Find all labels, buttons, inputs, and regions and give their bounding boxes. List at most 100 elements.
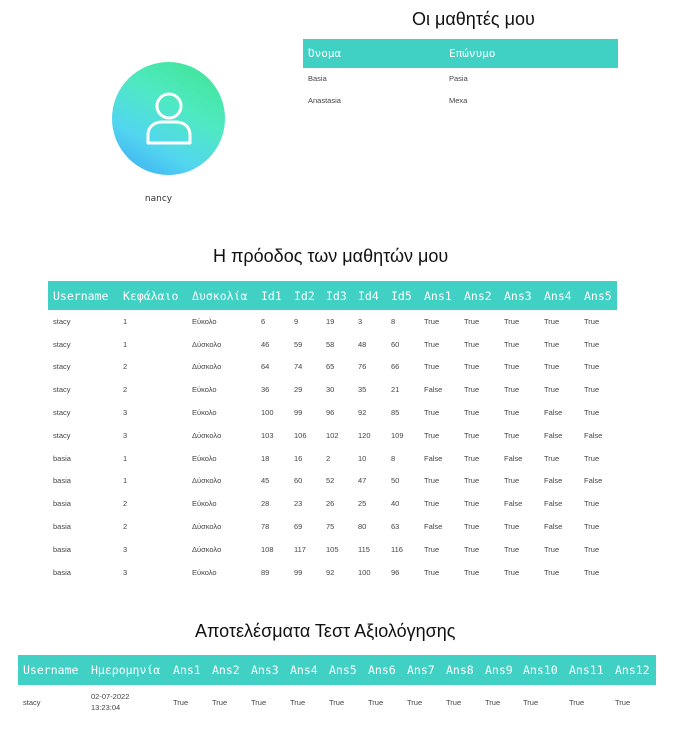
column-header-ans5: Ans5 [579, 281, 617, 310]
test-datetime-cell: 02-07-2022 13:23:04 [86, 685, 168, 719]
column-header-id2: Id2 [289, 281, 321, 310]
table-cell: basia [53, 453, 71, 463]
table-cell: 63 [391, 522, 400, 532]
test-answer-cell: True [615, 697, 631, 707]
table-cell: 96 [391, 567, 400, 577]
table-cell: stacy [53, 385, 71, 395]
table-cell: Δύσκολο [192, 362, 222, 372]
table-row: stacy 2 Δύσκολο 64 74 65 76 66 True True True True T… [48, 356, 617, 379]
table-cell: True [504, 544, 520, 554]
table-cell: Pasia [449, 74, 468, 83]
table-cell: 9 [294, 316, 299, 326]
table-cell: 117 [294, 544, 306, 554]
table-cell: 2 [123, 362, 128, 372]
test-answer-cell: True [173, 697, 189, 707]
column-header-ans4: Ans4 [285, 655, 324, 685]
column-header-ans1: Ans1 [419, 281, 459, 310]
table-cell: stacy [53, 339, 71, 349]
progress-title: Η πρόοδος των μαθητών μου [213, 246, 449, 266]
column-header-id4: Id4 [353, 281, 386, 310]
table-cell: 25 [358, 499, 367, 509]
table-cell: True [584, 408, 600, 418]
column-header-ans2: Ans2 [207, 655, 246, 685]
table-cell: 60 [294, 476, 303, 486]
table-cell: 6 [261, 316, 266, 326]
table-row: stacy 1 Εύκολο 6 9 19 3 8 True True True True True [48, 310, 617, 333]
table-row: basia 1 Εύκολο 18 16 2 10 8 False True False True Tr… [48, 447, 617, 470]
table-cell: True [544, 453, 560, 463]
test-answer-cell: True [251, 697, 267, 707]
test-answer-cell: True [485, 697, 501, 707]
students-table: Όνομα Επώνυμο Basia Pasia Anastasia Mexa [303, 39, 618, 112]
table-cell: stacy [53, 430, 71, 440]
table-cell: True [464, 567, 480, 577]
column-header-ans10: Ans10 [518, 655, 564, 685]
table-row: stacy 3 Εύκολο 100 99 96 92 85 True True True False… [48, 401, 617, 424]
table-row: Anastasia Mexa [303, 89, 618, 112]
table-cell: Δύσκολο [192, 476, 222, 486]
test-time: 13:23:04 [91, 703, 121, 712]
table-cell: True [464, 499, 480, 509]
table-cell: 18 [261, 453, 270, 463]
column-header-ans8: Ans8 [441, 655, 480, 685]
table-cell: True [424, 567, 440, 577]
table-cell: True [504, 476, 520, 486]
table-cell: 29 [294, 385, 303, 395]
table-cell: 1 [123, 476, 128, 486]
table-row: basia 3 Δύσκολο 108 117 105 115 116 True True True… [48, 538, 617, 561]
table-cell: 28 [261, 499, 270, 509]
table-cell: 40 [391, 499, 400, 509]
table-cell: True [464, 316, 480, 326]
table-row: basia 1 Δύσκολο 45 60 52 47 50 True True True False… [48, 470, 617, 493]
table-cell: True [584, 316, 600, 326]
table-cell: 96 [326, 408, 335, 418]
table-cell: 50 [391, 476, 400, 486]
table-cell: True [544, 544, 560, 554]
table-cell: 3 [123, 430, 128, 440]
table-cell: 69 [294, 522, 303, 532]
column-header-ans3: Ans3 [499, 281, 539, 310]
table-cell: False [424, 453, 443, 463]
avatar [112, 62, 225, 175]
table-cell: 3 [123, 544, 128, 554]
table-cell: True [544, 567, 560, 577]
table-cell: False [584, 476, 603, 486]
table-cell: 102 [326, 430, 339, 440]
table-cell: basia [53, 522, 71, 532]
table-cell: 116 [391, 544, 403, 554]
column-header-0: Όνομα [303, 39, 444, 68]
table-cell: Δύσκολο [192, 544, 222, 554]
table-header-row: Username Κεφάλαιο Δυσκολία Id1 Id2 Id3 Id4 Id5 A… [48, 281, 617, 310]
table-cell: 92 [326, 567, 335, 577]
table-cell: 100 [261, 408, 274, 418]
table-cell: 21 [391, 385, 400, 395]
column-header-ans2: Ans2 [459, 281, 499, 310]
table-cell: 109 [391, 430, 404, 440]
table-cell: 3 [358, 316, 363, 326]
table-cell: 99 [294, 408, 303, 418]
table-cell: 59 [294, 339, 303, 349]
table-cell: 92 [358, 408, 367, 418]
table-cell: stacy [53, 316, 71, 326]
table-cell: Basia [308, 74, 327, 83]
table-cell: True [504, 408, 520, 418]
table-cell: True [464, 408, 480, 418]
test-answer-cell: True [446, 697, 462, 707]
table-cell: False [584, 430, 603, 440]
table-cell: False [504, 499, 523, 509]
table-cell: True [504, 385, 520, 395]
table-row: Basia Pasia [303, 68, 618, 89]
table-row: basia 2 Δύσκολο 78 69 75 80 63 False True True Fals… [48, 515, 617, 538]
test-answer-cell: True [569, 697, 585, 707]
table-cell: True [464, 430, 480, 440]
table-cell: True [584, 362, 600, 372]
table-cell: 2 [123, 385, 128, 395]
table-cell: Εύκολο [192, 453, 217, 463]
table-cell: True [504, 567, 520, 577]
table-cell: 100 [358, 567, 371, 577]
table-cell: 103 [261, 430, 274, 440]
profile-username: nancy [144, 194, 173, 204]
table-cell: 78 [261, 522, 270, 532]
table-cell: 115 [358, 544, 370, 554]
table-cell: True [584, 544, 600, 554]
